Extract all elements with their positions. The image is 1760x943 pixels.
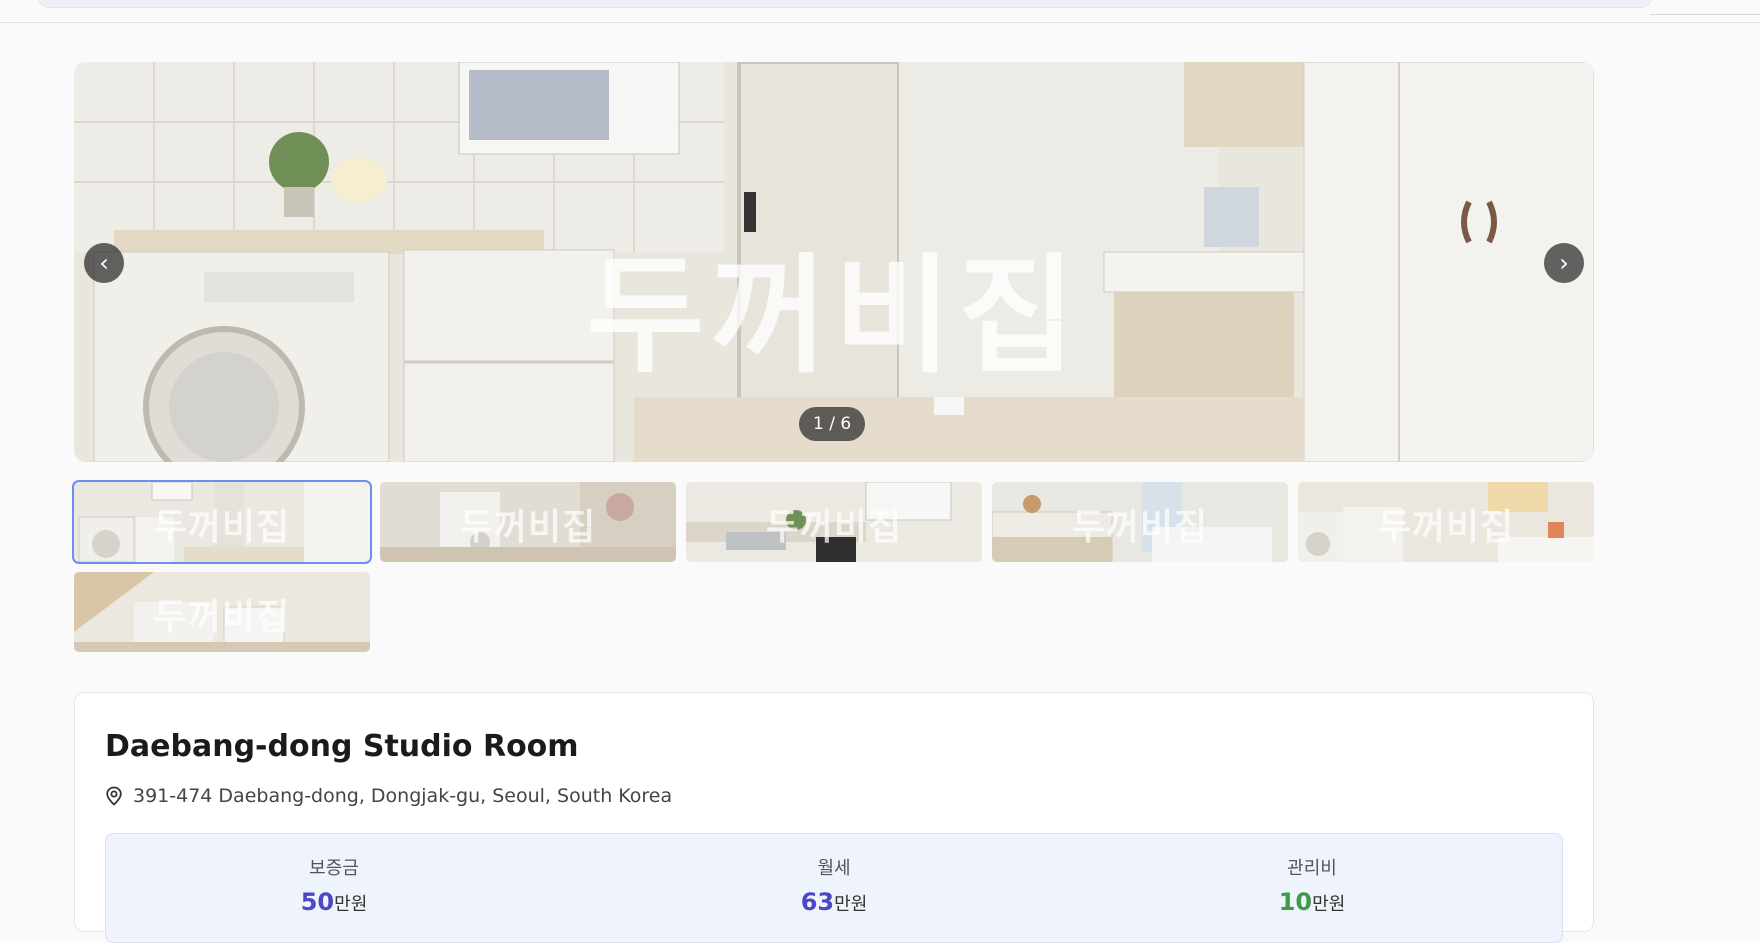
- previous-photo-button[interactable]: ‹: [84, 243, 124, 283]
- maintenance-fee-unit: 만원: [1312, 894, 1346, 915]
- search-bar[interactable]: [38, 0, 1652, 8]
- listing-card: Daebang-dong Studio Room 391-474 Daebang…: [74, 692, 1594, 943]
- monthly-rent-label: 월세: [817, 858, 851, 879]
- listing-title: Daebang-dong Studio Room: [105, 729, 579, 764]
- thumbnail[interactable]: 두꺼비집: [1298, 482, 1594, 562]
- thumbnail-watermark: 두꺼비집: [153, 507, 291, 548]
- photo-counter: 1 / 6: [799, 407, 866, 441]
- maintenance-fee-amount: 10: [1278, 888, 1313, 916]
- next-photo-button[interactable]: ›: [1544, 243, 1584, 283]
- watermark: 두꺼비집: [586, 242, 1082, 391]
- thumbnail[interactable]: 두꺼비집: [74, 572, 370, 652]
- maintenance-fee: 관리비 10만원: [1162, 854, 1462, 916]
- address-text: 391-474 Daebang-dong, Dongjak-gu, Seoul,…: [133, 785, 673, 807]
- divider: [1650, 14, 1760, 15]
- maintenance-fee-label: 관리비: [1287, 858, 1337, 879]
- thumbnail[interactable]: 두꺼비집: [686, 482, 982, 562]
- chevron-right-icon: ›: [1559, 249, 1569, 277]
- chevron-left-icon: ‹: [99, 249, 109, 277]
- monthly-rent: 월세 63만원: [684, 854, 984, 916]
- deposit-value: 50만원: [184, 888, 484, 916]
- thumbnail-watermark: 두꺼비집: [1071, 507, 1209, 548]
- price-summary: 보증금 50만원 월세 63만원 관리비 10만원: [105, 833, 1563, 943]
- monthly-rent-amount: 63: [800, 888, 835, 916]
- listing-address: 391-474 Daebang-dong, Dongjak-gu, Seoul,…: [105, 785, 672, 807]
- monthly-rent-unit: 만원: [834, 894, 868, 915]
- maintenance-fee-value: 10만원: [1162, 888, 1462, 916]
- thumbnail[interactable]: 두꺼비집: [992, 482, 1288, 562]
- top-bar: [0, 0, 1760, 23]
- deposit: 보증금 50만원: [184, 854, 484, 916]
- deposit-label: 보증금: [309, 858, 359, 879]
- thumbnail-watermark: 두꺼비집: [459, 507, 597, 548]
- thumbnail-watermark: 두꺼비집: [153, 597, 291, 638]
- deposit-amount: 50: [300, 888, 335, 916]
- thumbnail[interactable]: 두꺼비집: [72, 480, 372, 564]
- monthly-rent-value: 63만원: [684, 888, 984, 916]
- main-photo: 두꺼비집 ‹ › 1 / 6: [74, 62, 1594, 462]
- location-pin-icon: [106, 786, 122, 806]
- thumbnail-strip: 두꺼비집 두꺼비집 두꺼비집 두꺼비집 두꺼비집 두꺼비집: [72, 480, 1594, 652]
- deposit-unit: 만원: [334, 894, 368, 915]
- thumbnail-watermark: 두꺼비집: [1377, 507, 1515, 548]
- thumbnail[interactable]: 두꺼비집: [380, 482, 676, 562]
- thumbnail-watermark: 두꺼비집: [765, 507, 903, 548]
